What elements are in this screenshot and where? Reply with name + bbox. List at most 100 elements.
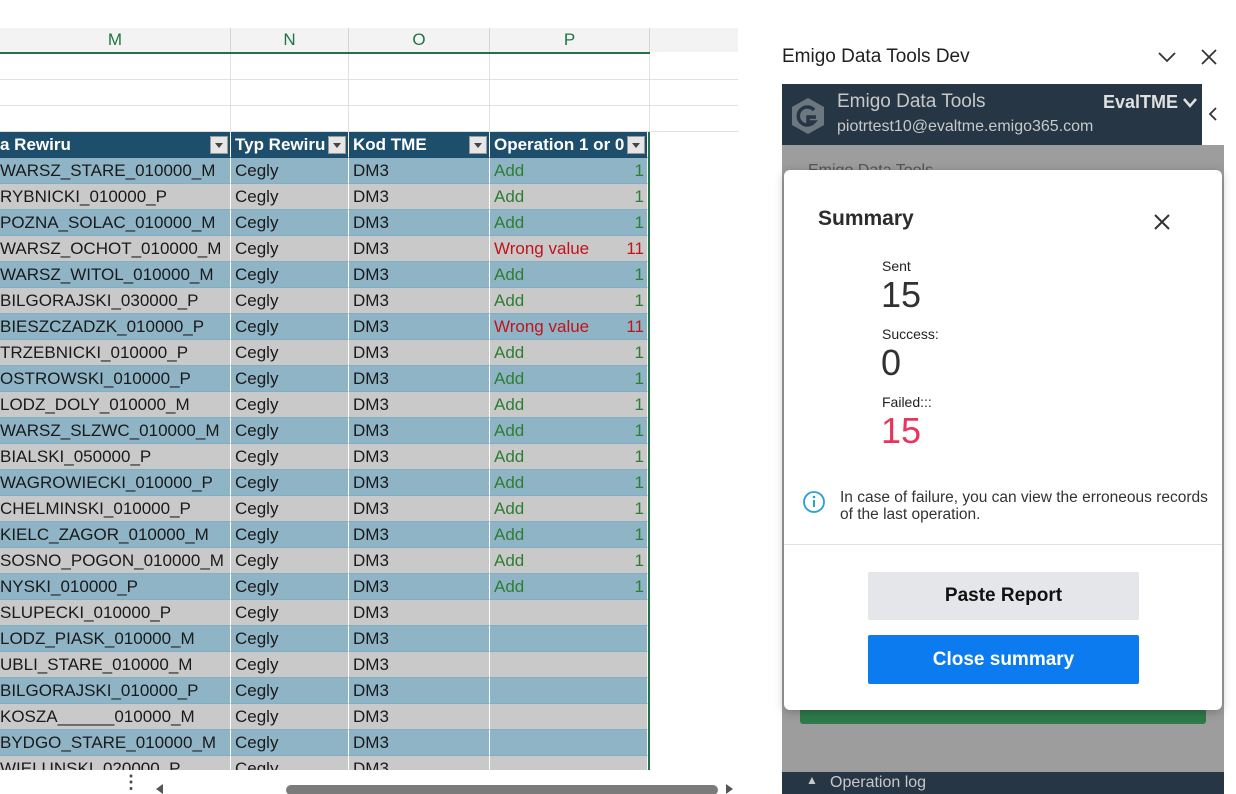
cell-typ-rewiru[interactable]: Cegly xyxy=(231,288,349,314)
cell-typ-rewiru[interactable]: Cegly xyxy=(231,366,349,392)
table-row[interactable]: BIALSKI_050000_P Cegly DM3 Add 1 xyxy=(0,444,648,470)
chevron-down-icon[interactable] xyxy=(1182,96,1198,110)
cell-kod-tme[interactable]: DM3 xyxy=(349,314,490,340)
cell-operation[interactable]: Add 1 xyxy=(490,522,648,548)
cell-rewiru[interactable]: OSTROWSKI_010000_P xyxy=(0,366,231,392)
cell-operation[interactable]: Add 1 xyxy=(490,496,648,522)
cell-typ-rewiru[interactable]: Cegly xyxy=(231,574,349,600)
cell-rewiru[interactable]: WARSZ_WITOL_010000_M xyxy=(0,262,231,288)
cell-rewiru[interactable]: BIALSKI_050000_P xyxy=(0,444,231,470)
grid-row[interactable] xyxy=(0,54,738,80)
cell-operation[interactable]: Add 1 xyxy=(490,184,648,210)
cell-kod-tme[interactable]: DM3 xyxy=(349,652,490,678)
cell-kod-tme[interactable]: DM3 xyxy=(349,184,490,210)
close-icon[interactable] xyxy=(1198,46,1220,68)
cell-kod-tme[interactable]: DM3 xyxy=(349,600,490,626)
grid-row[interactable] xyxy=(0,80,738,106)
cell-rewiru[interactable]: RYBNICKI_010000_P xyxy=(0,184,231,210)
table-row[interactable]: LODZ_PIASK_010000_M Cegly DM3 xyxy=(0,626,648,652)
table-row[interactable]: BILGORAJSKI_010000_P Cegly DM3 xyxy=(0,678,648,704)
cell-operation[interactable]: Add 1 xyxy=(490,548,648,574)
cell-rewiru[interactable]: BILGORAJSKI_010000_P xyxy=(0,678,231,704)
table-row[interactable]: TRZEBNICKI_010000_P Cegly DM3 Add 1 xyxy=(0,340,648,366)
table-row[interactable]: WARSZ_WITOL_010000_M Cegly DM3 Add 1 xyxy=(0,262,648,288)
cell-kod-tme[interactable]: DM3 xyxy=(349,210,490,236)
table-header-cell[interactable]: a Rewiru xyxy=(0,132,231,158)
table-row[interactable]: KIELC_ZAGOR_010000_M Cegly DM3 Add 1 xyxy=(0,522,648,548)
cell-typ-rewiru[interactable]: Cegly xyxy=(231,236,349,262)
cell-rewiru[interactable]: WARSZ_STARE_010000_M xyxy=(0,158,231,184)
table-header-cell[interactable]: Operation 1 or 0 xyxy=(490,132,648,158)
cell-typ-rewiru[interactable]: Cegly xyxy=(231,730,349,756)
cell-typ-rewiru[interactable]: Cegly xyxy=(231,444,349,470)
cell-operation[interactable]: Add 1 xyxy=(490,340,648,366)
column-header-m[interactable]: M xyxy=(0,28,231,52)
cell-operation[interactable]: Add 1 xyxy=(490,262,648,288)
table-header-cell[interactable]: Kod TME xyxy=(349,132,490,158)
cell-typ-rewiru[interactable]: Cegly xyxy=(231,704,349,730)
filter-dropdown-icon[interactable] xyxy=(210,136,228,154)
horizontal-scroll-thumb[interactable] xyxy=(286,785,718,794)
cell-rewiru[interactable]: POZNA_SOLAC_010000_M xyxy=(0,210,231,236)
cell-rewiru[interactable]: TRZEBNICKI_010000_P xyxy=(0,340,231,366)
cell-kod-tme[interactable]: DM3 xyxy=(349,288,490,314)
cell-rewiru[interactable]: LODZ_PIASK_010000_M xyxy=(0,626,231,652)
cell-typ-rewiru[interactable]: Cegly xyxy=(231,262,349,288)
cell-kod-tme[interactable]: DM3 xyxy=(349,574,490,600)
operation-log-bar[interactable]: ▲ Operation log xyxy=(782,772,1224,794)
cell-rewiru[interactable]: BIESZCZADZK_010000_P xyxy=(0,314,231,340)
cell-typ-rewiru[interactable]: Cegly xyxy=(231,626,349,652)
cell-typ-rewiru[interactable]: Cegly xyxy=(231,418,349,444)
cell-typ-rewiru[interactable]: Cegly xyxy=(231,314,349,340)
filter-dropdown-icon[interactable] xyxy=(469,136,487,154)
environment-selector[interactable]: EvalTME xyxy=(1103,92,1178,113)
cell-operation[interactable]: Add 1 xyxy=(490,418,648,444)
table-row[interactable]: WARSZ_STARE_010000_M Cegly DM3 Add 1 xyxy=(0,158,648,184)
table-row[interactable]: UBLI_STARE_010000_M Cegly DM3 xyxy=(0,652,648,678)
table-row[interactable]: CHELMINSKI_010000_P Cegly DM3 Add 1 xyxy=(0,496,648,522)
cell-kod-tme[interactable]: DM3 xyxy=(349,366,490,392)
cell-kod-tme[interactable]: DM3 xyxy=(349,158,490,184)
cell-operation[interactable]: Add 1 xyxy=(490,366,648,392)
cell-typ-rewiru[interactable]: Cegly xyxy=(231,496,349,522)
column-header-n[interactable]: N xyxy=(231,28,349,52)
cell-kod-tme[interactable]: DM3 xyxy=(349,704,490,730)
cell-rewiru[interactable]: WARSZ_SLZWC_010000_M xyxy=(0,418,231,444)
cell-operation[interactable]: Add 1 xyxy=(490,158,648,184)
table-row[interactable]: OSTROWSKI_010000_P Cegly DM3 Add 1 xyxy=(0,366,648,392)
cell-rewiru[interactable]: WARSZ_OCHOT_010000_M xyxy=(0,236,231,262)
table-row[interactable]: BYDGO_STARE_010000_M Cegly DM3 xyxy=(0,730,648,756)
cell-operation[interactable]: Add 1 xyxy=(490,392,648,418)
cell-typ-rewiru[interactable]: Cegly xyxy=(231,652,349,678)
cell-typ-rewiru[interactable]: Cegly xyxy=(231,600,349,626)
cell-typ-rewiru[interactable]: Cegly xyxy=(231,522,349,548)
grid-row[interactable] xyxy=(0,106,738,132)
cell-typ-rewiru[interactable]: Cegly xyxy=(231,548,349,574)
cell-kod-tme[interactable]: DM3 xyxy=(349,444,490,470)
cell-typ-rewiru[interactable]: Cegly xyxy=(231,184,349,210)
cell-typ-rewiru[interactable]: Cegly xyxy=(231,340,349,366)
cell-operation[interactable]: Wrong value 11 xyxy=(490,314,648,340)
table-row[interactable]: LODZ_DOLY_010000_M Cegly DM3 Add 1 xyxy=(0,392,648,418)
table-row[interactable]: NYSKI_010000_P Cegly DM3 Add 1 xyxy=(0,574,648,600)
scroll-right-icon[interactable] xyxy=(726,784,733,794)
cell-operation[interactable]: Add 1 xyxy=(490,444,648,470)
table-row[interactable]: BILGORAJSKI_030000_P Cegly DM3 Add 1 xyxy=(0,288,648,314)
chevron-down-icon[interactable] xyxy=(1156,46,1178,68)
scroll-left-icon[interactable] xyxy=(156,784,163,794)
cell-kod-tme[interactable]: DM3 xyxy=(349,548,490,574)
cell-kod-tme[interactable]: DM3 xyxy=(349,418,490,444)
cell-typ-rewiru[interactable]: Cegly xyxy=(231,158,349,184)
table-row[interactable]: WAGROWIECKI_010000_P Cegly DM3 Add 1 xyxy=(0,470,648,496)
cell-typ-rewiru[interactable]: Cegly xyxy=(231,470,349,496)
cell-rewiru[interactable]: CHELMINSKI_010000_P xyxy=(0,496,231,522)
table-row[interactable]: SLUPECKI_010000_P Cegly DM3 xyxy=(0,600,648,626)
cell-rewiru[interactable]: SOSNO_POGON_010000_M xyxy=(0,548,231,574)
cell-operation[interactable]: Add 1 xyxy=(490,574,648,600)
cell-kod-tme[interactable]: DM3 xyxy=(349,470,490,496)
cell-operation[interactable]: Add 1 xyxy=(490,288,648,314)
column-header-o[interactable]: O xyxy=(349,28,490,52)
table-row[interactable]: POZNA_SOLAC_010000_M Cegly DM3 Add 1 xyxy=(0,210,648,236)
cell-operation[interactable]: Wrong value 11 xyxy=(490,236,648,262)
table-row[interactable]: SOSNO_POGON_010000_M Cegly DM3 Add 1 xyxy=(0,548,648,574)
